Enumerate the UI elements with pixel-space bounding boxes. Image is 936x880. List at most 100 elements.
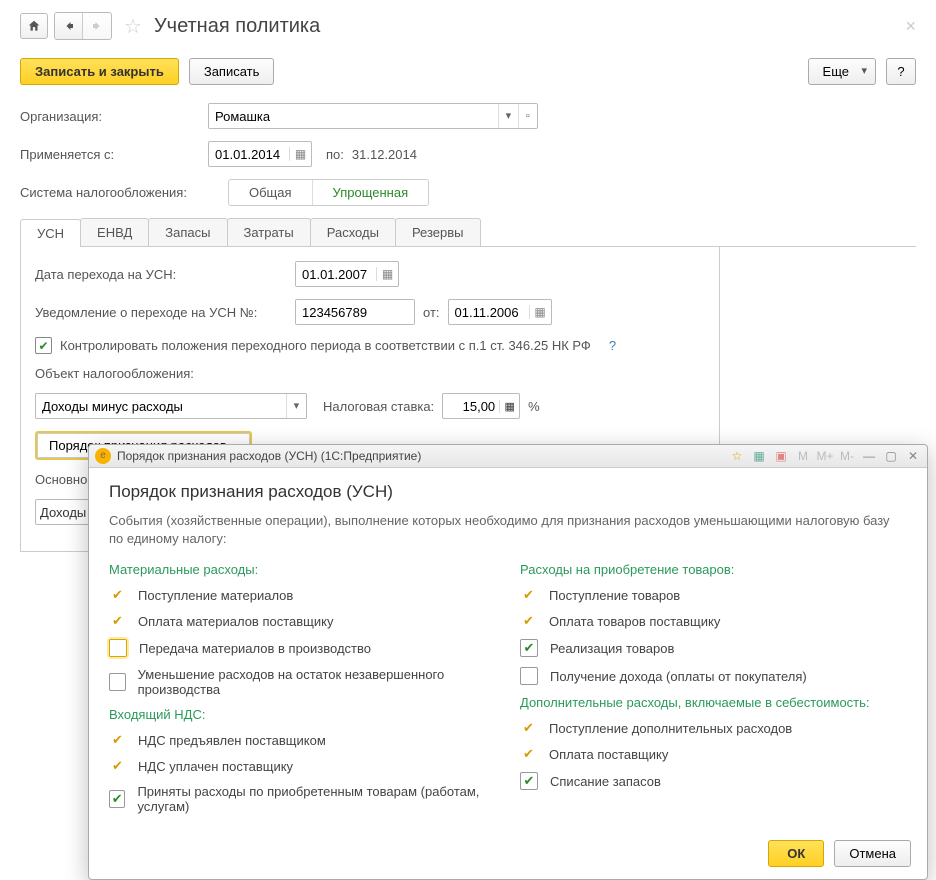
object-input[interactable] [36, 399, 286, 414]
checkbox[interactable] [520, 667, 538, 685]
expense-item: ✔ Оплата поставщику [520, 746, 907, 762]
expense-item-label: НДС уплачен поставщику [138, 759, 293, 774]
check-tick-icon: ✔ [520, 587, 537, 603]
organization-input[interactable] [209, 109, 498, 124]
close-icon[interactable]: ✕ [905, 448, 921, 464]
rate-input[interactable]: ▦ [442, 393, 520, 419]
arrow-right-icon [91, 20, 103, 32]
applies-from-date[interactable]: ▦ [208, 141, 312, 167]
expense-item: Передача материалов в производство [109, 639, 496, 657]
check-tick-icon: ✔ [109, 732, 126, 748]
expense-item-label: Уменьшение расходов на остаток незаверше… [138, 667, 496, 697]
calculator-icon[interactable]: ▦ [499, 400, 519, 413]
expense-item: Реализация товаров [520, 639, 907, 657]
expense-item: Получение дохода (оплаты от покупателя) [520, 667, 907, 685]
tax-simple-option[interactable]: Упрощенная [313, 180, 429, 205]
expense-item: ✔ НДС уплачен поставщику [109, 758, 496, 774]
check-tick-icon: ✔ [520, 613, 537, 629]
tax-general-option[interactable]: Общая [229, 180, 313, 205]
section-goods-title: Расходы на приобретение товаров: [520, 562, 907, 577]
control-checkbox[interactable] [35, 337, 52, 354]
control-text: Контролировать положения переходного пер… [60, 338, 591, 353]
maximize-icon[interactable]: ▢ [883, 448, 899, 464]
dialog-titlebar: e Порядок признания расходов (УСН) (1С:П… [89, 445, 927, 468]
chevron-down-icon[interactable]: ▾ [286, 394, 306, 418]
rate-field[interactable] [443, 399, 499, 414]
calendar-mini-icon[interactable]: ▣ [773, 448, 789, 464]
checkbox[interactable] [109, 790, 125, 808]
expense-item-label: Оплата товаров поставщику [549, 614, 720, 629]
date-transition-input[interactable]: ▦ [295, 261, 399, 287]
income-select[interactable]: Доходы [35, 499, 95, 525]
object-label: Объект налогообложения: [35, 366, 194, 381]
tab-envd[interactable]: ЕНВД [80, 218, 149, 246]
mminus-icon[interactable]: M- [839, 448, 855, 464]
expense-item-label: Приняты расходы по приобретенным товарам… [137, 784, 496, 814]
checkbox[interactable] [520, 772, 538, 790]
cancel-button[interactable]: Отмена [834, 840, 911, 867]
ok-button[interactable]: ОК [768, 840, 824, 867]
tab-usn[interactable]: УСН [20, 219, 81, 247]
from-label: от: [423, 305, 440, 320]
fav-icon[interactable]: ☆ [729, 448, 745, 464]
calendar-icon[interactable]: ▦ [529, 305, 551, 319]
checkbox[interactable] [520, 639, 538, 657]
check-tick-icon: ✔ [109, 758, 126, 774]
m-icon[interactable]: M [795, 448, 811, 464]
mplus-icon[interactable]: M+ [817, 448, 833, 464]
tax-system-toggle: Общая Упрощенная [228, 179, 429, 206]
expense-item-label: Поступление материалов [138, 588, 293, 603]
save-close-button[interactable]: Записать и закрыть [20, 58, 179, 85]
save-button[interactable]: Записать [189, 58, 275, 85]
applies-from-input[interactable] [209, 147, 289, 162]
expense-item: Уменьшение расходов на остаток незаверше… [109, 667, 496, 697]
expense-item: ✔ Поступление товаров [520, 587, 907, 603]
organization-select[interactable]: ▾ ▫ [208, 103, 538, 129]
close-button[interactable]: × [905, 16, 916, 37]
section-materials-title: Материальные расходы: [109, 562, 496, 577]
notice-date-input[interactable]: ▦ [448, 299, 552, 325]
notice-number-input[interactable] [295, 299, 415, 325]
forward-button[interactable] [83, 13, 111, 39]
action-row: Записать и закрыть Записать Еще ? [20, 58, 916, 85]
dialog-title-text: Порядок признания расходов (УСН) (1С:Пре… [117, 449, 421, 463]
calc-icon[interactable]: ▦ [751, 448, 767, 464]
tab-costs[interactable]: Затраты [227, 218, 311, 246]
to-value: 31.12.2014 [352, 147, 417, 162]
applies-from-label: Применяется с: [20, 147, 200, 162]
more-button[interactable]: Еще [808, 58, 876, 85]
checkbox[interactable] [109, 639, 127, 657]
open-ext-icon[interactable]: ▫ [518, 104, 537, 128]
dialog-description: События (хозяйственные операции), выполн… [109, 512, 907, 548]
date-transition-label: Дата перехода на УСН: [35, 267, 287, 282]
calendar-icon[interactable]: ▦ [289, 147, 311, 161]
calendar-icon[interactable]: ▦ [376, 267, 398, 281]
tab-reserves[interactable]: Резервы [395, 218, 481, 246]
check-tick-icon: ✔ [109, 587, 126, 603]
home-button[interactable] [20, 13, 48, 39]
object-select[interactable]: ▾ [35, 393, 307, 419]
page-title: Учетная политика [154, 15, 320, 38]
favorite-star-icon[interactable]: ☆ [124, 14, 142, 39]
chevron-down-icon[interactable]: ▾ [498, 104, 517, 128]
check-tick-icon: ✔ [520, 746, 537, 762]
tab-stocks[interactable]: Запасы [148, 218, 227, 246]
minimize-icon[interactable]: — [861, 448, 877, 464]
date-transition-field[interactable] [296, 267, 376, 282]
expense-item: ✔ Поступление материалов [109, 587, 496, 603]
main-label: Основной [35, 472, 95, 487]
expense-item-label: НДС предъявлен поставщиком [138, 733, 326, 748]
income-value: Доходы [40, 505, 86, 520]
expense-item-label: Поступление товаров [549, 588, 680, 603]
back-button[interactable] [55, 13, 83, 39]
help-question-icon[interactable]: ? [609, 338, 616, 353]
tab-expenses[interactable]: Расходы [310, 218, 396, 246]
expense-item-label: Оплата поставщику [549, 747, 668, 762]
expense-item-label: Передача материалов в производство [139, 641, 371, 656]
notice-date-field[interactable] [449, 305, 529, 320]
check-tick-icon: ✔ [109, 613, 126, 629]
checkbox[interactable] [109, 673, 126, 691]
help-button[interactable]: ? [886, 58, 916, 85]
notice-number-field[interactable] [296, 305, 414, 320]
expense-item: ✔Поступление дополнительных расходов [520, 720, 907, 736]
